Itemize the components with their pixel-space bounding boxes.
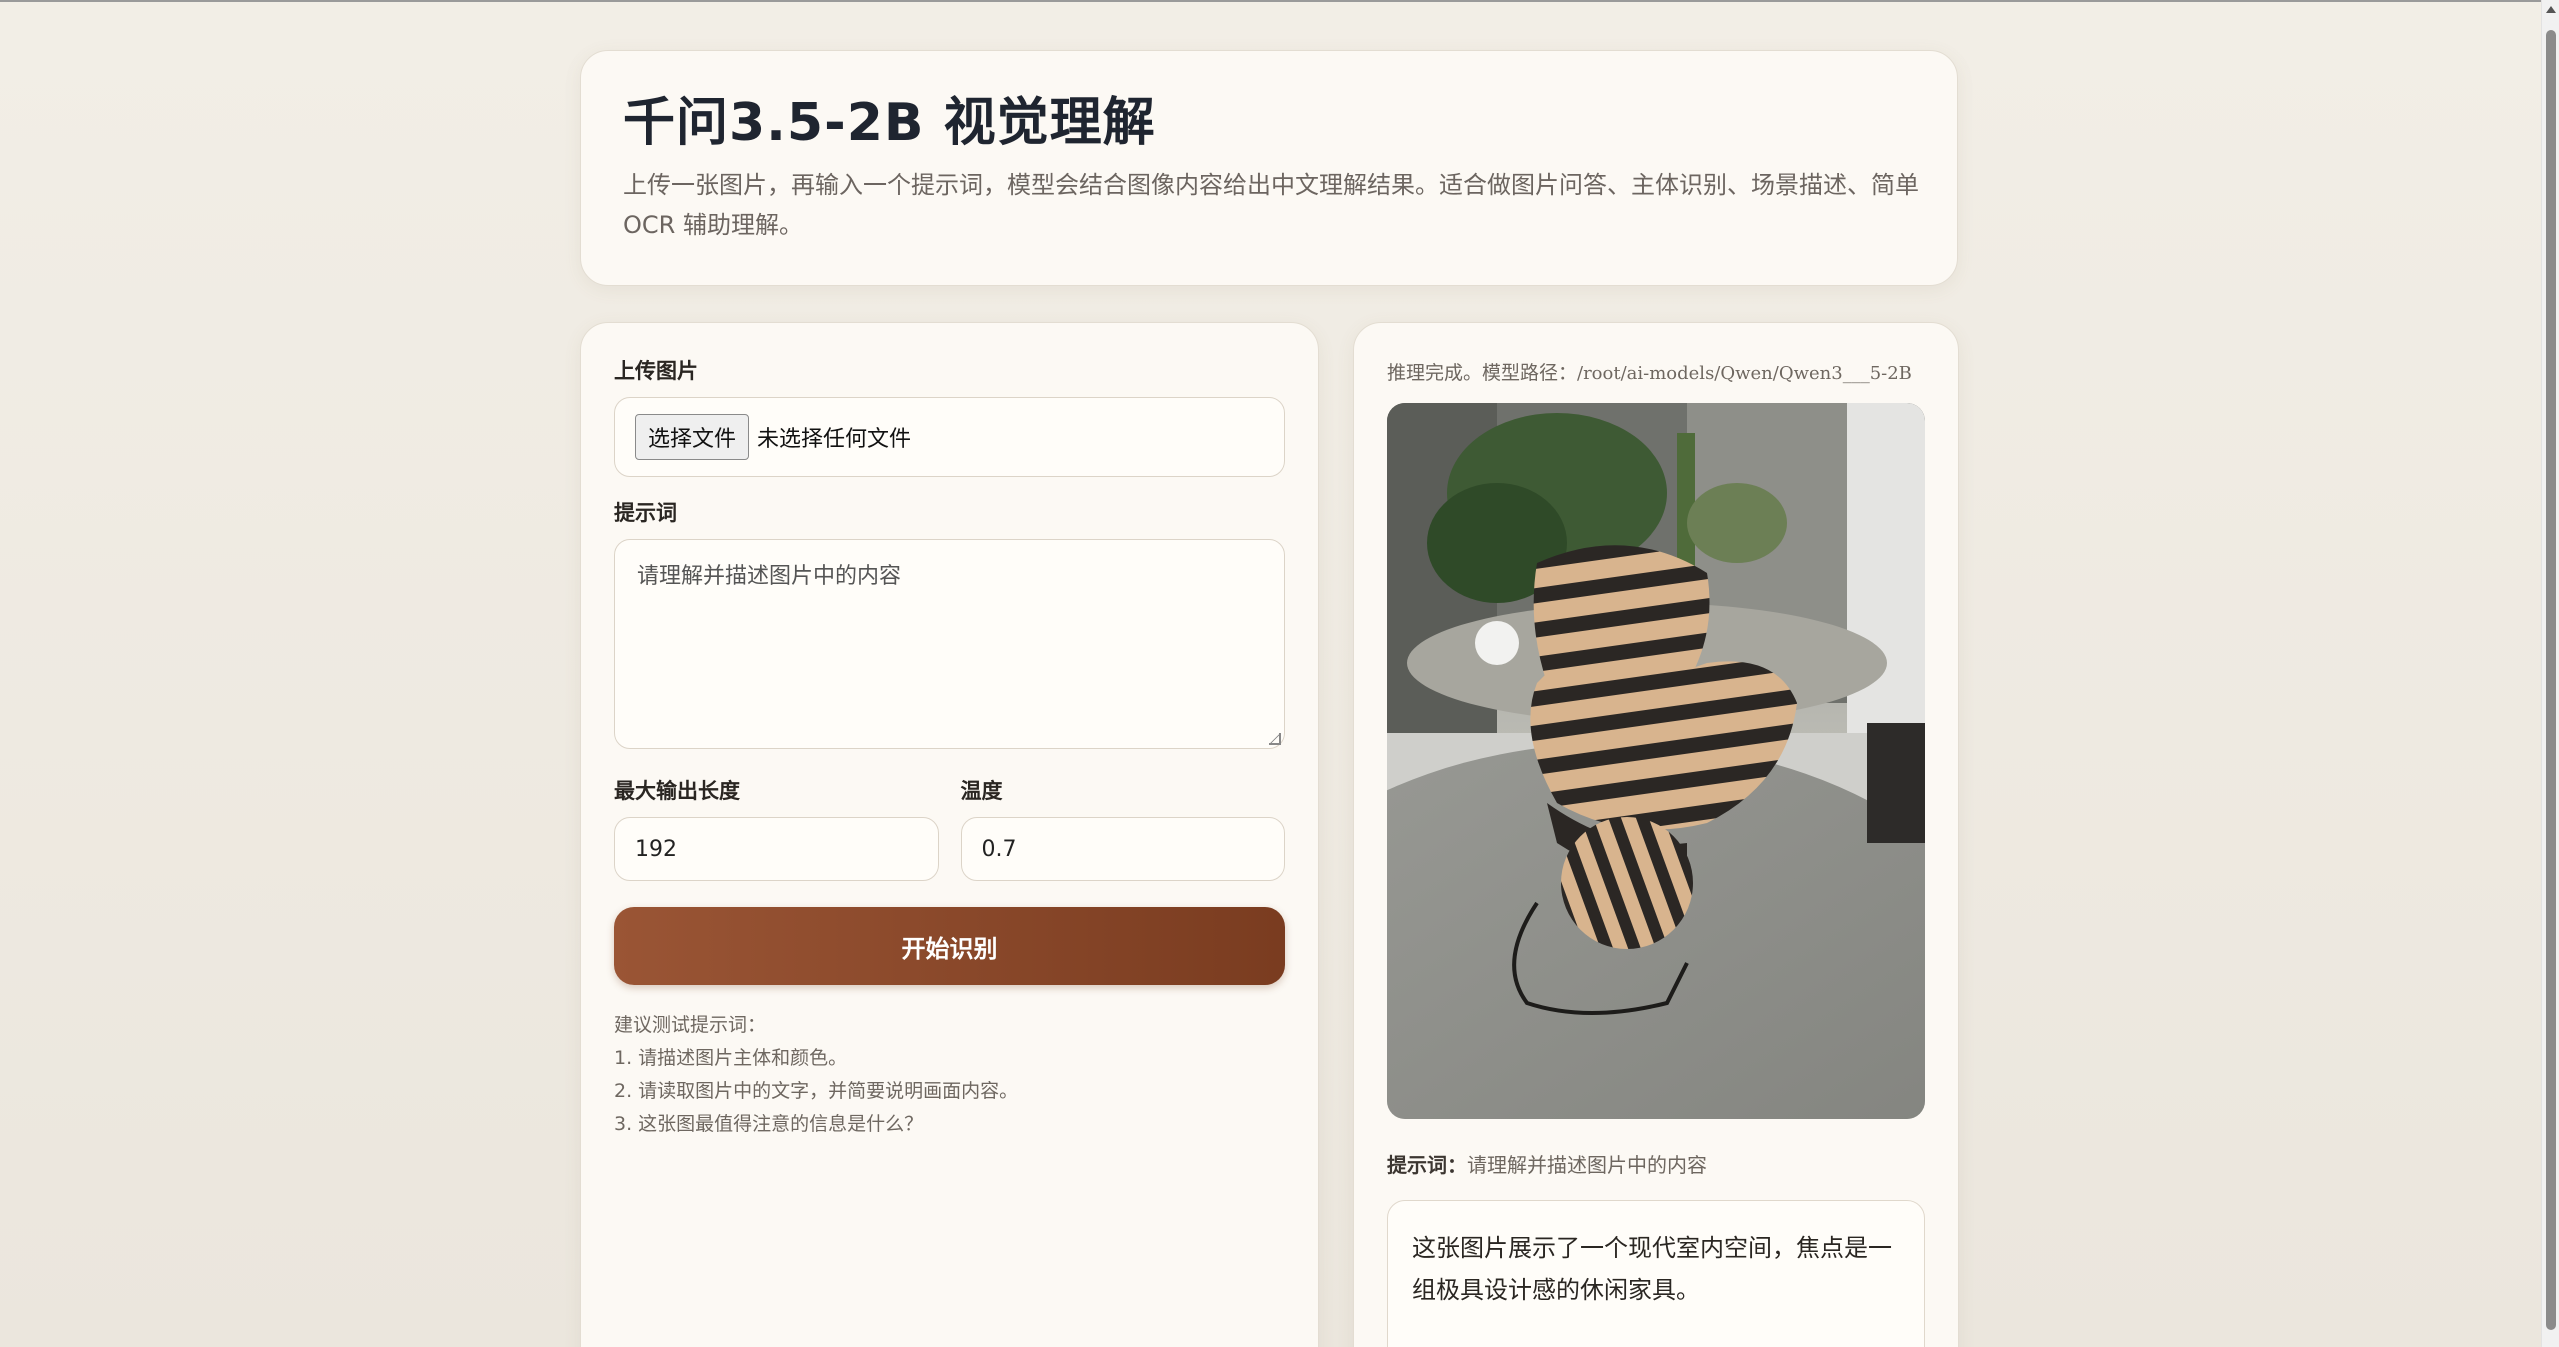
answer-box: 这张图片展示了一个现代室内空间，焦点是一组极具设计感的休闲家具。 bbox=[1387, 1200, 1925, 1347]
prompt-text: 请理解并描述图片中的内容 bbox=[637, 564, 902, 589]
max-length-label: 最大输出长度 bbox=[614, 779, 740, 803]
max-length-input[interactable]: 192 bbox=[614, 817, 939, 881]
resize-grip-icon[interactable] bbox=[1269, 733, 1281, 745]
status-line: 推理完成。模型路径：/root/ai-models/Qwen/Qwen3___5… bbox=[1387, 357, 1925, 389]
header-card: 千问3.5-2B 视觉理解 上传一张图片，再输入一个提示词，模型会结合图像内容给… bbox=[580, 50, 1958, 286]
tip-item: 1. 请描述图片主体和颜色。 bbox=[614, 1047, 848, 1069]
upload-label: 上传图片 bbox=[614, 359, 698, 383]
prompt-echo-value: 请理解并描述图片中的内容 bbox=[1467, 1153, 1707, 1177]
tip-item: 3. 这张图最值得注意的信息是什么？ bbox=[614, 1113, 924, 1135]
scroll-thumb[interactable] bbox=[2546, 30, 2556, 1330]
prompt-echo-label: 提示词： bbox=[1387, 1153, 1467, 1177]
page-subtitle: 上传一张图片，再输入一个提示词，模型会结合图像内容给出中文理解结果。适合做图片问… bbox=[623, 171, 1919, 239]
page-scrollbar[interactable] bbox=[2541, 0, 2559, 1347]
tip-item: 2. 请读取图片中的文字，并简要说明画面内容。 bbox=[614, 1080, 1019, 1102]
file-status-text: 未选择任何文件 bbox=[757, 427, 912, 452]
prompt-echo: 提示词：请理解并描述图片中的内容 bbox=[1387, 1149, 1925, 1178]
prompt-textarea[interactable]: 请理解并描述图片中的内容 bbox=[614, 539, 1285, 749]
choose-file-button[interactable]: 选择文件 bbox=[635, 414, 750, 460]
max-length-group: 最大输出长度 192 bbox=[614, 777, 939, 881]
scroll-up-icon[interactable] bbox=[2546, 6, 2556, 13]
params-row: 最大输出长度 192 温度 0.7 bbox=[614, 777, 1285, 881]
chair-photo-illustration bbox=[1387, 403, 1925, 1119]
input-panel: 上传图片 选择文件 未选择任何文件 提示词 请理解并描述图片中的内容 最大输出长… bbox=[580, 322, 1319, 1347]
prompt-label: 提示词 bbox=[614, 501, 677, 525]
suggested-prompts: 建议测试提示词： 1. 请描述图片主体和颜色。 2. 请读取图片中的文字，并简要… bbox=[614, 1009, 1285, 1141]
top-border bbox=[0, 0, 2559, 2]
start-recognition-button[interactable]: 开始识别 bbox=[614, 907, 1285, 985]
page-title: 千问3.5-2B 视觉理解 bbox=[623, 93, 1156, 153]
tips-title: 建议测试提示词： bbox=[614, 1014, 767, 1036]
temperature-label: 温度 bbox=[960, 779, 1003, 803]
uploaded-image bbox=[1387, 403, 1925, 1119]
model-path: /root/ai-models/Qwen/Qwen3___5-2B bbox=[1577, 363, 1912, 384]
file-input[interactable]: 选择文件 未选择任何文件 bbox=[614, 397, 1285, 477]
page: 千问3.5-2B 视觉理解 上传一张图片，再输入一个提示词，模型会结合图像内容给… bbox=[0, 0, 2559, 1347]
temperature-input[interactable]: 0.7 bbox=[960, 817, 1285, 881]
status-text: 推理完成。模型路径： bbox=[1387, 362, 1578, 384]
result-panel: 推理完成。模型路径：/root/ai-models/Qwen/Qwen3___5… bbox=[1353, 322, 1959, 1347]
temperature-group: 温度 0.7 bbox=[960, 777, 1285, 881]
